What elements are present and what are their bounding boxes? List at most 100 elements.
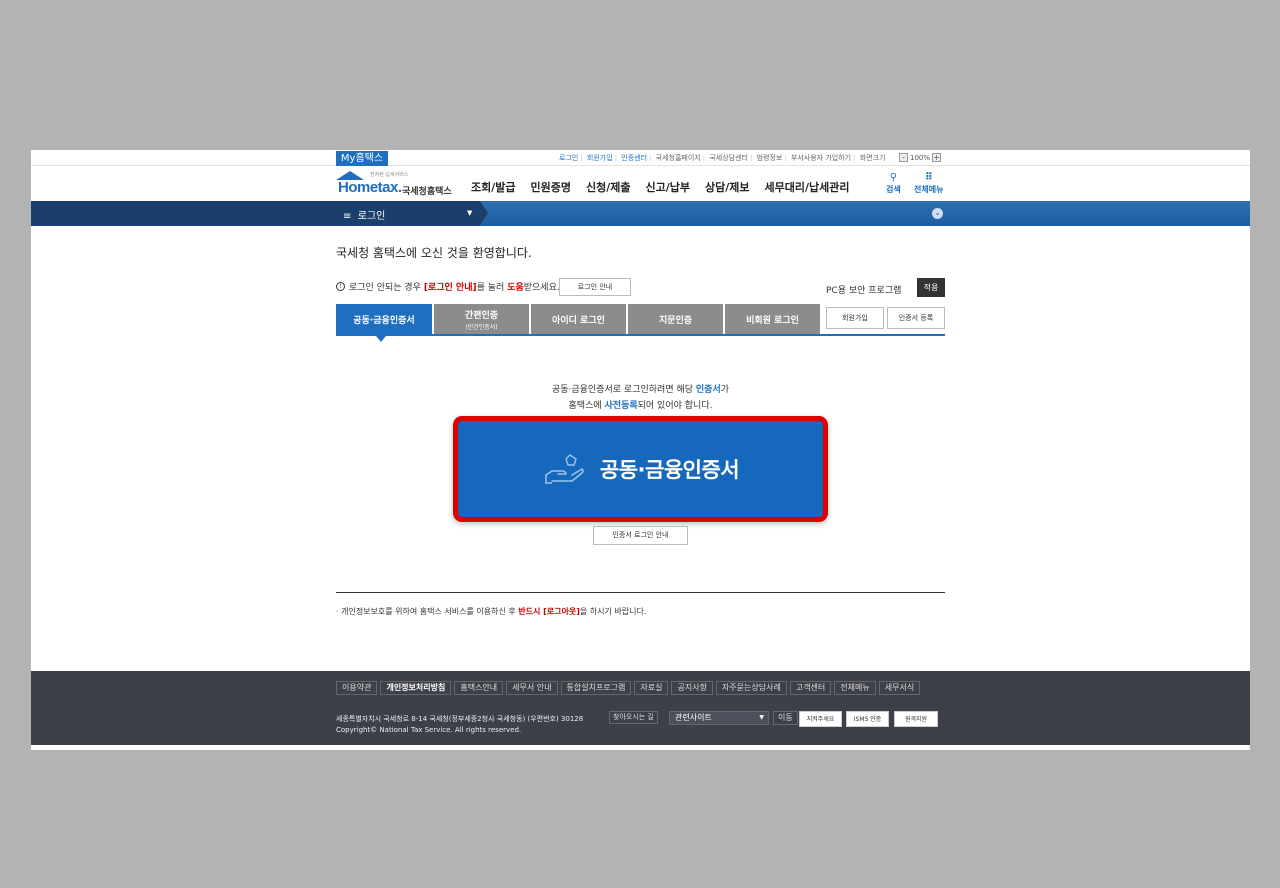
cert-login-highlight: 공동·금융인증서 <box>453 416 828 522</box>
search-icon: ⚲ <box>889 172 898 183</box>
grid-icon: ⠿ <box>924 172 933 183</box>
tab-label: 간편인증 <box>464 310 499 321</box>
footer-link-terms[interactable]: 이용약관 <box>336 681 378 695</box>
tab-label: 지문인증 <box>658 315 693 326</box>
tab-label: 아이디 로그인 <box>552 315 605 326</box>
desc-text: 되어 있어야 합니다. <box>637 401 713 411</box>
util-link-law-info[interactable]: 범령정보 <box>755 154 785 162</box>
footer-link-privacy[interactable]: 개인정보처리방침 <box>380 681 452 695</box>
utility-bar: My홈택스 로그인 | 회원가입 | 인증센터 | 국세청홈페이지 | 국세상담센터 | … <box>31 150 1250 166</box>
cert-register-button[interactable]: 인증서 등록 <box>887 307 945 329</box>
footer-link-tax-office[interactable]: 세무서 안내 <box>506 681 558 695</box>
help-text-login-guide: [로그인 안내] <box>423 283 477 293</box>
expand-circle-icon[interactable]: ⌄ <box>932 208 943 219</box>
hometax-logo[interactable]: 전자된 납세서비스 Hometax. 국세청홈택스 <box>336 169 452 197</box>
related-sites-value: 관련사이트 <box>675 713 712 722</box>
help-text-pre: 로그인 안되는 경우 <box>349 283 421 293</box>
footer-address: 세종특별자치시 국세청로 8-14 국세청(정부세종2청사 국세청동) (우편번… <box>336 715 584 723</box>
tab-simple-auth[interactable]: 간편인증 (민간인증서) <box>434 304 529 334</box>
logout-notice: · 개인정보보호를 위하여 홈택스 서비스를 이용하신 후 반드시 [로그아웃]… <box>336 607 647 616</box>
info-icon: ! <box>336 282 345 291</box>
site-header: 전자된 납세서비스 Hometax. 국세청홈택스 조회/발급 민원증명 신청/… <box>31 166 1250 200</box>
menu-report-pay[interactable]: 신고/납부 <box>645 179 690 195</box>
utility-links: 로그인 | 회원가입 | 인증센터 | 국세청홈페이지 | 국세상담센터 | 범령정보 | … <box>557 154 886 162</box>
zoom-control: - 100% + <box>897 152 943 163</box>
my-hometax-tab[interactable]: My홈택스 <box>336 151 388 166</box>
apply-security-button[interactable]: 적용 <box>917 278 945 297</box>
desc-text: 가 <box>720 385 730 395</box>
desc-highlight-cert: 인증서 <box>695 385 721 395</box>
util-link-login[interactable]: 로그인 <box>557 154 580 162</box>
util-link-consult-center[interactable]: 국세상담센터 <box>707 154 750 162</box>
search-button[interactable]: ⚲ 검색 <box>886 172 901 195</box>
desc-text: 홈택스에 <box>568 401 602 411</box>
tab-label: 비회원 로그인 <box>746 315 799 326</box>
util-link-nts-home[interactable]: 국세청홈페이지 <box>654 154 703 162</box>
hand-cert-icon <box>545 454 584 484</box>
tab-joint-cert[interactable]: 공동·금융인증서 <box>336 304 432 334</box>
active-tab-pointer <box>376 336 386 342</box>
move-button[interactable]: 이동 <box>773 711 798 725</box>
desc-text: 공동·금융인증서로 로그인하려면 해당 <box>551 385 694 395</box>
all-menu-button[interactable]: ⠿ 전체메뉴 <box>914 172 943 195</box>
login-help-text: ! 로그인 안되는 경우 [로그인 안내] 를 눌러 도움 받으세요. <box>336 280 560 293</box>
tab-sublabel: (민간인증서) <box>465 323 498 331</box>
menu-consult-report[interactable]: 상담/제보 <box>705 179 750 195</box>
location-current-label: 로그인 <box>357 211 386 222</box>
footer-links: 이용약관 개인정보처리방침 홈택스안내 세무서 안내 통합설치프로그램 자료실 … <box>336 681 921 695</box>
zoom-value: 100% <box>910 153 931 162</box>
join-button[interactable]: 회원가입 <box>826 307 884 329</box>
tab-label: 공동·금융인증서 <box>353 315 415 326</box>
tab-guest-login[interactable]: 비회원 로그인 <box>725 304 820 334</box>
logo-korean-name: 국세청홈택스 <box>402 187 452 197</box>
footer-link-faq[interactable]: 자주묻는상담사례 <box>715 681 787 695</box>
joint-cert-login-button[interactable]: 공동·금융인증서 <box>458 421 823 517</box>
footer-link-installer[interactable]: 통합설치프로그램 <box>560 681 632 695</box>
footer-link-customer-center[interactable]: 고객센터 <box>789 681 832 695</box>
util-link-join[interactable]: 회원가입 <box>585 154 615 162</box>
site-footer: 이용약관 개인정보처리방침 홈택스안내 세무서 안내 통합설치프로그램 자료실 … <box>31 671 1250 745</box>
help-text-mid: 를 눌러 <box>476 283 505 293</box>
caret-down-icon: ▼ <box>467 209 473 217</box>
menu-inquiry-issue[interactable]: 조회/발급 <box>471 179 516 195</box>
menu-apply-submit[interactable]: 신청/제출 <box>586 179 631 195</box>
location-current: ≡ 로그인 <box>343 207 385 222</box>
tab-id-login[interactable]: 아이디 로그인 <box>531 304 626 334</box>
footer-link-hometax-info[interactable]: 홈택스안내 <box>454 681 504 695</box>
find-way-link[interactable]: 찾아오시는 길 <box>609 711 658 724</box>
help-text-help: 도움 <box>507 283 524 293</box>
footer-link-archive[interactable]: 자료실 <box>634 681 669 695</box>
location-dropdown[interactable] <box>31 201 488 226</box>
desc-highlight-preregister: 사전등록 <box>604 401 638 411</box>
menu-tax-agent[interactable]: 세무대리/납세관리 <box>764 179 849 195</box>
divider <box>336 592 945 593</box>
footer-copyright: Copyright© National Tax Service. All rig… <box>336 726 522 734</box>
location-bar: ≡ 로그인 ▼ ⌄ <box>31 201 1250 226</box>
badge-isms[interactable]: ISMS 인증 <box>846 711 889 727</box>
remote-support-button[interactable]: 원격지원 <box>894 711 938 727</box>
page-title: 국세청 홈택스에 오신 것을 환영합니다. <box>336 246 532 260</box>
help-text-post: 받으세요. <box>523 283 560 293</box>
cert-description: 공동·금융인증서로 로그인하려면 해당 인증서가 홈택스에 사전등록되어 있어야… <box>336 382 945 414</box>
pc-security-label: PC용 보안 프로그램 <box>826 286 902 296</box>
logo-wordmark: Hometax. <box>338 179 402 196</box>
logo-tagline: 전자된 납세서비스 <box>370 172 409 178</box>
cert-button-label: 공동·금융인증서 <box>599 458 740 482</box>
notice-highlight: 반드시 [로그아웃] <box>518 607 580 616</box>
util-label-screen-size: 화면크기 <box>859 154 886 162</box>
footer-link-notices[interactable]: 공지사항 <box>671 681 713 695</box>
footer-link-all-menu[interactable]: 전체메뉴 <box>834 681 876 695</box>
zoom-out-button[interactable]: - <box>899 153 908 162</box>
cert-login-guide-button[interactable]: 인증서 로그인 안내 <box>593 526 688 545</box>
notice-text: 개인정보보호를 위하여 홈택스 서비스를 이용하신 후 <box>341 607 516 616</box>
footer-link-tax-forms[interactable]: 세무서식 <box>878 681 921 695</box>
badge-protect[interactable]: 지켜주세요 <box>799 711 842 727</box>
search-label: 검색 <box>886 185 901 194</box>
tab-fingerprint[interactable]: 지문인증 <box>628 304 723 334</box>
util-link-dept-user[interactable]: 부서사용자 가입하기 <box>789 154 853 162</box>
zoom-in-button[interactable]: + <box>932 153 942 162</box>
related-sites-select[interactable]: 관련사이트 ▼ <box>669 711 769 725</box>
login-guide-button[interactable]: 로그인 안내 <box>559 278 631 296</box>
menu-civil-certificate[interactable]: 민원증명 <box>531 179 571 195</box>
util-link-cert-center[interactable]: 인증센터 <box>619 154 649 162</box>
